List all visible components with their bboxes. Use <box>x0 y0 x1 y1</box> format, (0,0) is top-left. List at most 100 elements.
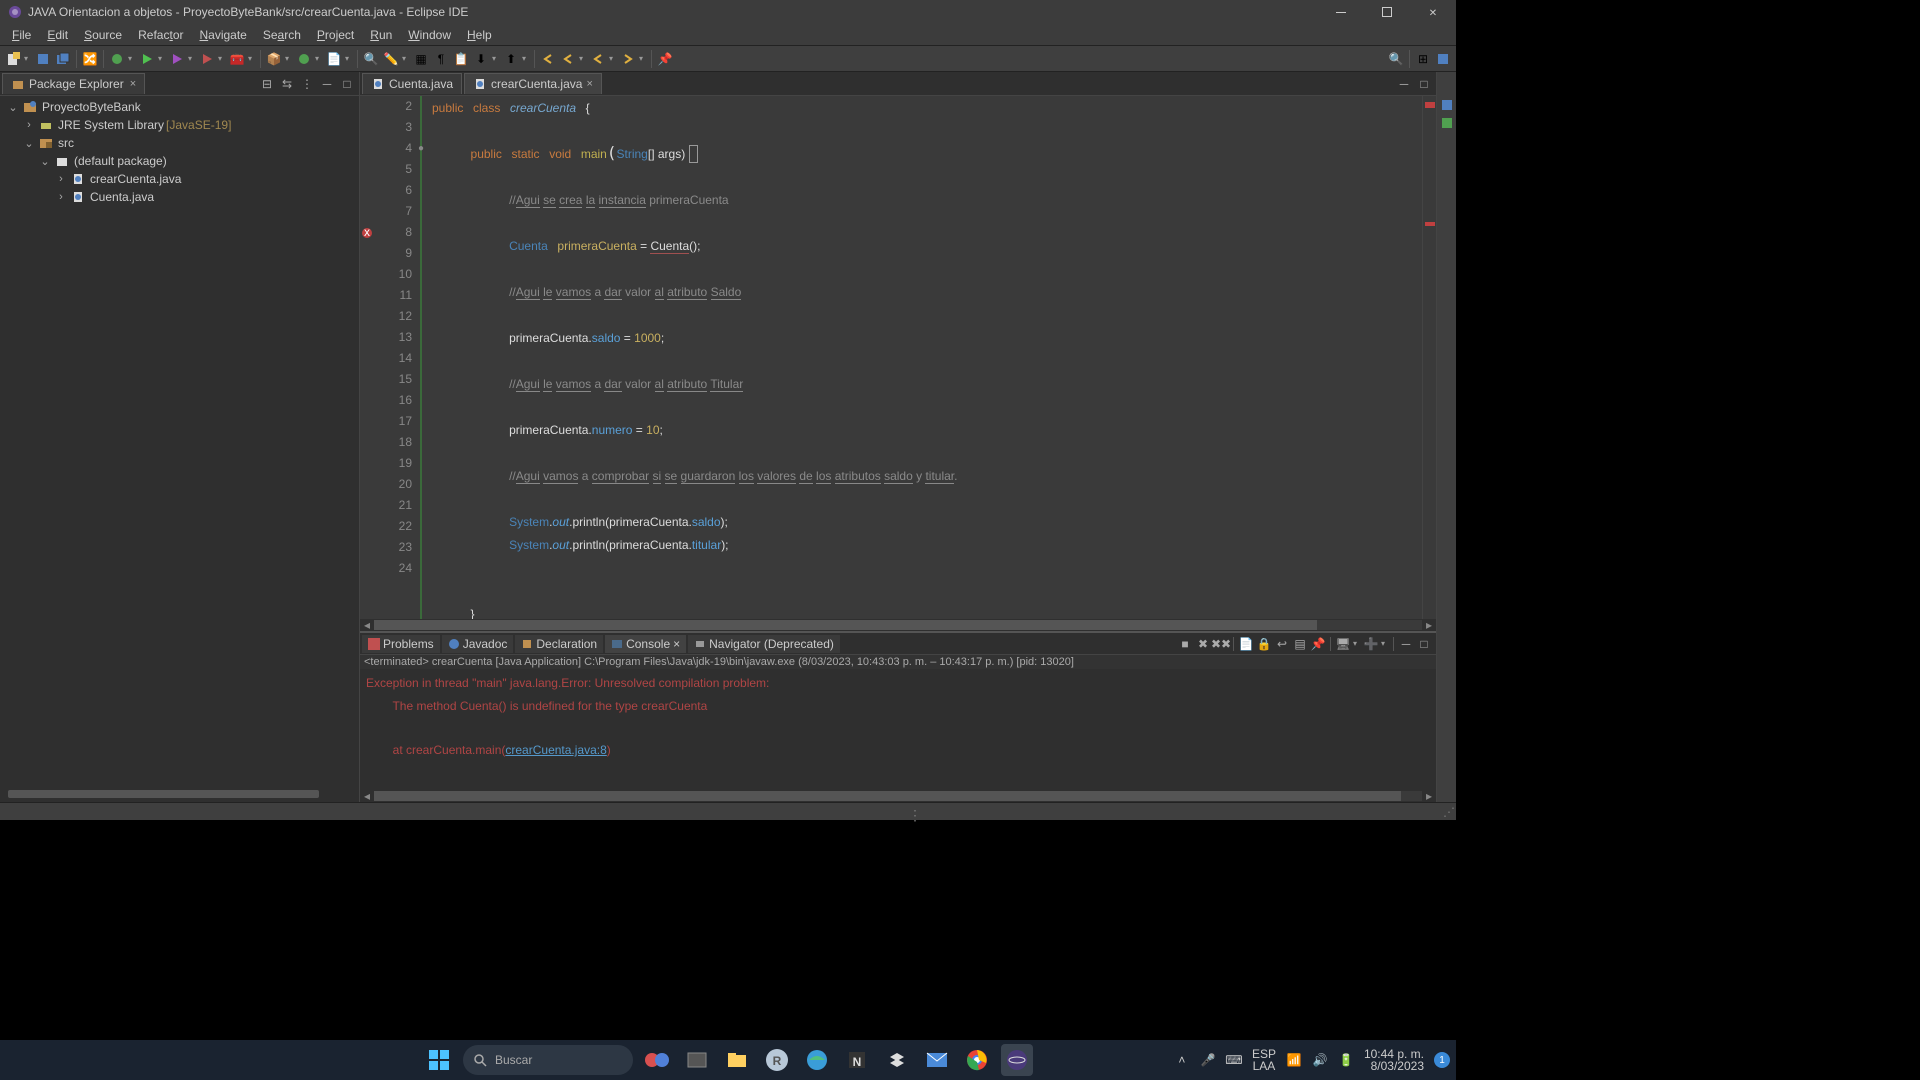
prev-annotation-icon[interactable]: ⬆ <box>502 50 520 68</box>
run-last-icon[interactable] <box>198 50 216 68</box>
save-all-icon[interactable] <box>54 50 72 68</box>
project-tree[interactable]: ⌄ProyectoByteBank ›JRE System Library [J… <box>0 96 359 802</box>
java-perspective-icon[interactable] <box>1434 50 1452 68</box>
quick-access-icon[interactable]: 🔍 <box>1387 50 1405 68</box>
close-icon[interactable]: × <box>586 78 592 90</box>
display-console-icon[interactable]: 🖥 <box>1335 636 1351 652</box>
tray-chevron-icon[interactable]: ˄ <box>1174 1052 1190 1068</box>
minimize-button[interactable] <box>1318 0 1364 24</box>
collapse-all-icon[interactable]: ⊟ <box>259 76 275 92</box>
problems-tab[interactable]: Problems <box>362 635 440 653</box>
sidebar-hscroll[interactable] <box>8 790 319 798</box>
task-dropbox[interactable] <box>881 1044 913 1076</box>
toggle-mark-icon[interactable]: ✏️ <box>382 50 400 68</box>
debug-icon[interactable] <box>108 50 126 68</box>
declaration-tab[interactable]: Declaration <box>515 635 603 653</box>
remove-all-icon[interactable]: ✖✖ <box>1213 636 1229 652</box>
open-type-icon[interactable]: 📄 <box>325 50 343 68</box>
task-explorer[interactable] <box>681 1044 713 1076</box>
resize-handle-icon[interactable]: ⋰ <box>1442 803 1456 820</box>
link-editor-icon[interactable]: ⇆ <box>279 76 295 92</box>
tray-volume-icon[interactable]: 🔊 <box>1312 1052 1328 1068</box>
menu-navigate[interactable]: Navigate <box>191 26 254 44</box>
next-annotation-icon[interactable]: ⬇ <box>472 50 490 68</box>
tree-project[interactable]: ⌄ProyectoByteBank <box>0 98 359 116</box>
overview-ruler[interactable] <box>1422 96 1436 619</box>
show-whitespace-icon[interactable]: ¶ <box>432 50 450 68</box>
last-edit-icon[interactable] <box>539 50 557 68</box>
editor-tab-crearCuenta[interactable]: crearCuenta.java × <box>464 73 602 94</box>
menu-run[interactable]: Run <box>362 26 400 44</box>
tree-jre[interactable]: ›JRE System Library [JavaSE-19] <box>0 116 359 134</box>
package-explorer-tab[interactable]: Package Explorer × <box>2 73 145 94</box>
switch-icon[interactable]: 🔀 <box>81 50 99 68</box>
back-history-icon[interactable] <box>559 50 577 68</box>
stacktrace-link[interactable]: crearCuenta.java:8 <box>505 743 606 757</box>
task-app-r[interactable]: R <box>761 1044 793 1076</box>
new-icon[interactable] <box>4 50 22 68</box>
clear-console-icon[interactable]: 📄 <box>1238 636 1254 652</box>
maximize-view-icon[interactable]: □ <box>1416 636 1432 652</box>
error-overview-marker[interactable] <box>1425 102 1435 108</box>
maximize-view-icon[interactable]: □ <box>339 76 355 92</box>
tray-notification-badge[interactable]: 1 <box>1434 1052 1450 1068</box>
taskbar-search[interactable]: Buscar <box>463 1045 633 1075</box>
annotation-icon[interactable]: 📋 <box>452 50 470 68</box>
task-file-explorer[interactable] <box>721 1044 753 1076</box>
console-hscroll[interactable]: ◂ ▸ <box>360 790 1436 802</box>
menu-file[interactable]: File <box>4 26 39 44</box>
new-class-icon[interactable] <box>295 50 313 68</box>
task-eclipse[interactable] <box>1001 1044 1033 1076</box>
new-package-icon[interactable]: 📦 <box>265 50 283 68</box>
console-tab[interactable]: Console× <box>605 635 686 653</box>
task-notion[interactable]: N <box>841 1044 873 1076</box>
task-list-trim-icon[interactable] <box>1440 116 1454 130</box>
tray-battery-icon[interactable]: 🔋 <box>1338 1052 1354 1068</box>
tree-src[interactable]: ⌄src <box>0 134 359 152</box>
task-widgets[interactable] <box>641 1044 673 1076</box>
view-menu-icon[interactable]: ⋮ <box>299 76 315 92</box>
open-console-icon[interactable]: ➕ <box>1363 636 1379 652</box>
editor-hscroll[interactable]: ◂ ▸ <box>360 619 1436 631</box>
minimize-view-icon[interactable]: ─ <box>319 76 335 92</box>
open-perspective-icon[interactable]: ⊞ <box>1414 50 1432 68</box>
menu-refactor[interactable]: Refactor <box>130 26 191 44</box>
remove-launch-icon[interactable]: ✖ <box>1195 636 1211 652</box>
outline-trim-icon[interactable] <box>1440 98 1454 112</box>
tray-keyboard-icon[interactable]: ⌨ <box>1226 1052 1242 1068</box>
code-content[interactable]: public class crearCuenta { public static… <box>420 96 1436 619</box>
coverage-icon[interactable] <box>168 50 186 68</box>
minimize-editor-icon[interactable]: ─ <box>1396 76 1412 92</box>
task-mail[interactable] <box>921 1044 953 1076</box>
word-wrap-icon[interactable]: ↩ <box>1274 636 1290 652</box>
menu-project[interactable]: Project <box>309 26 362 44</box>
tray-wifi-icon[interactable]: 📶 <box>1286 1052 1302 1068</box>
external-tools-icon[interactable]: 🧰 <box>228 50 246 68</box>
run-icon[interactable] <box>138 50 156 68</box>
terminate-icon[interactable]: ■ <box>1177 636 1193 652</box>
search-icon[interactable]: 🔍 <box>362 50 380 68</box>
back-icon[interactable] <box>589 50 607 68</box>
close-icon[interactable]: × <box>130 78 136 90</box>
close-icon[interactable]: × <box>673 637 680 651</box>
tree-file-Cuenta[interactable]: ›Cuenta.java <box>0 188 359 206</box>
forward-icon[interactable] <box>619 50 637 68</box>
menu-edit[interactable]: Edit <box>39 26 76 44</box>
pin-console-icon[interactable]: 📌 <box>1310 636 1326 652</box>
menu-window[interactable]: Window <box>400 26 459 44</box>
pin-icon[interactable]: 📌 <box>656 50 674 68</box>
close-button[interactable] <box>1410 0 1456 24</box>
save-icon[interactable] <box>34 50 52 68</box>
start-button[interactable] <box>423 1044 455 1076</box>
tray-clock[interactable]: 10:44 p. m.8/03/2023 <box>1364 1048 1424 1072</box>
scroll-lock-icon[interactable]: 🔒 <box>1256 636 1272 652</box>
tree-file-crearCuenta[interactable]: ›crearCuenta.java <box>0 170 359 188</box>
menu-search[interactable]: Search <box>255 26 309 44</box>
tray-language[interactable]: ESPLAA <box>1252 1048 1276 1072</box>
menu-source[interactable]: Source <box>76 26 130 44</box>
task-edge[interactable] <box>801 1044 833 1076</box>
navigator-tab[interactable]: Navigator (Deprecated) <box>688 635 840 653</box>
toggle-block-icon[interactable]: ▦ <box>412 50 430 68</box>
tray-mic-icon[interactable]: 🎤 <box>1200 1052 1216 1068</box>
task-chrome[interactable] <box>961 1044 993 1076</box>
